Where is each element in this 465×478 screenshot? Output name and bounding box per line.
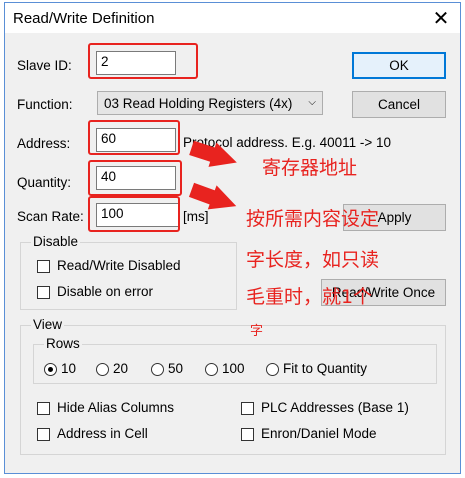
annotation-line-3: 毛重时，就1个: [246, 286, 373, 308]
arrow-icon: [188, 182, 237, 210]
annotation-line-2: 字长度，如只读: [246, 249, 380, 271]
annotation-arrows: [188, 140, 237, 210]
register-address-annotation: 寄存器地址: [262, 157, 358, 179]
arrow-icon: [189, 140, 237, 167]
annotation-line-4: 字: [250, 324, 264, 339]
annotation-line-1: 按所需内容设定: [246, 208, 380, 230]
